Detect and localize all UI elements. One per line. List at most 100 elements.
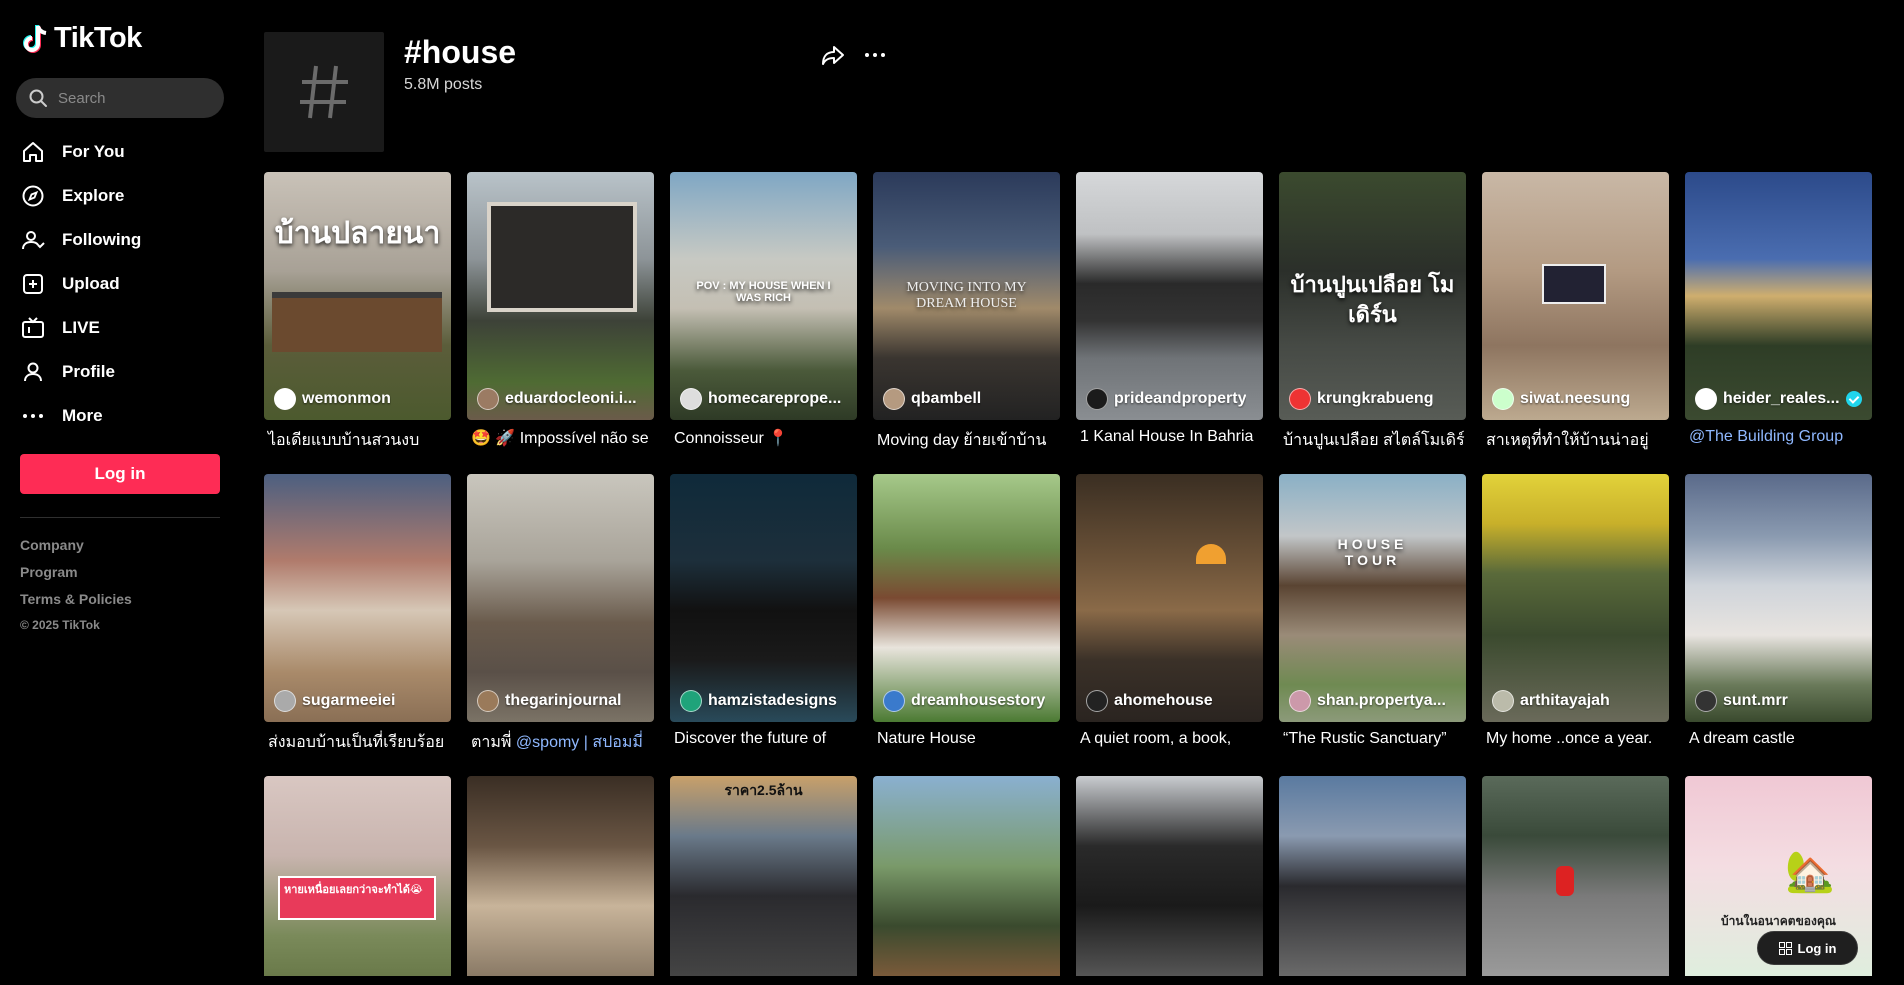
search-input[interactable]	[58, 89, 208, 107]
sidebar: TikTok For You Explore	[0, 0, 240, 985]
video-owner: hamzistadesigns	[680, 690, 852, 712]
search-box[interactable]	[16, 78, 224, 118]
nav-label: For You	[62, 142, 125, 161]
video-thumbnail: hamzistadesigns	[670, 474, 857, 722]
nav-label: Profile	[62, 362, 115, 381]
nav-profile[interactable]: Profile	[20, 350, 230, 394]
video-description: @The Building Group	[1685, 428, 1872, 450]
video-owner: homecareprope...	[680, 388, 852, 410]
video-owner: eduardocleoni.i...	[477, 388, 649, 410]
post-count: 5.8M posts	[404, 76, 483, 93]
video-card[interactable]: บ้านปูนเปลือย โมเดิร์น krungkrabueng บ้า…	[1279, 172, 1466, 474]
nav-upload[interactable]: Upload	[20, 262, 230, 306]
video-card[interactable]: บ้านปลายนา wemonmon ไอเดียแบบบ้านสวนงบ	[264, 172, 451, 474]
username: thegarinjournal	[505, 692, 622, 709]
nav-label: Following	[62, 230, 142, 249]
video-description: ไอเดียแบบบ้านสวนงบ	[268, 432, 420, 449]
video-card[interactable]: ahomehouse A quiet room, a book,	[1076, 474, 1263, 776]
video-card[interactable]	[1279, 776, 1466, 976]
video-thumbnail	[1482, 776, 1669, 976]
video-owner: prideandproperty	[1086, 388, 1258, 410]
avatar	[1492, 388, 1514, 410]
video-thumbnail: heider_reales...	[1685, 172, 1872, 420]
username: wemonmon	[302, 390, 391, 407]
video-card[interactable]: POV : MY HOUSE WHEN I WAS RICH homecarep…	[670, 172, 857, 474]
footer-link-program[interactable]: Program	[20, 562, 132, 589]
nav-for-you[interactable]: For You	[20, 130, 230, 174]
nav-following[interactable]: Following	[20, 218, 230, 262]
mention-link[interactable]: @spomy | สปอมมี่	[516, 734, 643, 751]
video-description: Connoisseur 📍	[674, 430, 789, 447]
footer-link-company[interactable]: Company	[20, 535, 132, 562]
hashtag-thumbnail	[264, 32, 384, 152]
video-card[interactable]: arthitayajah My home ..once a year.	[1482, 474, 1669, 776]
video-card[interactable]: hamzistadesigns Discover the future of	[670, 474, 857, 776]
video-description: สาเหตุที่ทำให้บ้านน่าอยู่	[1486, 432, 1649, 449]
video-card[interactable]	[467, 776, 654, 976]
video-card[interactable]: HOUSE TOUR shan.propertya... “The Rustic…	[1279, 474, 1466, 776]
video-owner: heider_reales...	[1695, 388, 1867, 410]
video-description: บ้านปูนเปลือย สไตล์โมเดิร์	[1283, 432, 1465, 449]
hashtag-header: #house 5.8M posts	[264, 32, 1864, 152]
login-button[interactable]: Log in	[20, 454, 220, 494]
tiktok-logo[interactable]: TikTok	[22, 22, 142, 55]
hashtag-title: #house	[404, 34, 517, 70]
username: eduardocleoni.i...	[505, 390, 637, 407]
video-description: ตามพี่ @spomy | สปอมมี่	[467, 730, 654, 752]
avatar	[1086, 690, 1108, 712]
video-card[interactable]: thegarinjournal ตามพี่ @spomy | สปอมมี่	[467, 474, 654, 776]
video-card[interactable]	[873, 776, 1060, 976]
video-owner: sunt.mrr	[1695, 690, 1867, 712]
description-text: ตามพี่	[471, 734, 516, 751]
video-thumbnail: prideandproperty	[1076, 172, 1263, 420]
video-card[interactable]: prideandproperty 1 Kanal House In Bahria	[1076, 172, 1263, 474]
video-thumbnail: POV : MY HOUSE WHEN I WAS RICH homecarep…	[670, 172, 857, 420]
nav-live[interactable]: LIVE	[20, 306, 230, 350]
video-card[interactable]: sugarmeeiei ส่งมอบบ้านเป็นที่เรียบร้อย	[264, 474, 451, 776]
video-thumbnail: sugarmeeiei	[264, 474, 451, 722]
video-thumbnail	[1279, 776, 1466, 976]
thumbnail-caption: บ้านปูนเปลือย โมเดิร์น	[1290, 272, 1455, 327]
nav-more[interactable]: More	[20, 394, 230, 438]
video-card[interactable]: MOVING INTO MY DREAM HOUSE qbambell Movi…	[873, 172, 1060, 474]
thumbnail-caption: MOVING INTO MY DREAM HOUSE	[906, 280, 1027, 311]
more-options-icon[interactable]	[862, 42, 888, 68]
video-description: 🤩 🚀 Impossível não se	[471, 430, 649, 447]
video-card[interactable]: heider_reales... @The Building Group	[1685, 172, 1872, 474]
username: heider_reales...	[1723, 390, 1840, 407]
nav-label: LIVE	[62, 318, 100, 337]
footer-link-terms[interactable]: Terms & Policies	[20, 589, 132, 616]
app-root: TikTok For You Explore	[0, 0, 1904, 985]
username: krungkrabueng	[1317, 390, 1434, 407]
video-description: “The Rustic Sanctuary”	[1283, 730, 1447, 747]
video-card[interactable]: sunt.mrr A dream castle	[1685, 474, 1872, 776]
username: shan.propertya...	[1317, 692, 1446, 709]
verified-badge-icon	[1845, 391, 1862, 407]
video-card[interactable]	[1482, 776, 1669, 976]
video-owner: wemonmon	[274, 388, 446, 410]
floating-login-button[interactable]: Log in	[1757, 931, 1858, 965]
nav-explore[interactable]: Explore	[20, 174, 230, 218]
avatar	[274, 690, 296, 712]
video-card[interactable]: dreamhousestory Nature House	[873, 474, 1060, 776]
house-shape	[487, 202, 637, 312]
username: hamzistadesigns	[708, 692, 837, 709]
video-card[interactable]: หายเหนื่อยเลยกว่าจะทำได้😭	[264, 776, 451, 976]
video-card[interactable]: eduardocleoni.i... 🤩 🚀 Impossível não se	[467, 172, 654, 474]
nav-label: Explore	[62, 186, 125, 205]
floating-login-label: Log in	[1797, 940, 1837, 956]
share-icon[interactable]	[820, 42, 846, 68]
home-icon	[20, 139, 46, 165]
live-icon	[20, 315, 46, 341]
video-thumbnail	[873, 776, 1060, 976]
username: siwat.neesung	[1520, 390, 1631, 407]
mention-link[interactable]: @The Building Group	[1689, 428, 1843, 445]
video-card[interactable]: ราคา2.5ล้าน	[670, 776, 857, 976]
video-owner: arthitayajah	[1492, 690, 1664, 712]
video-card[interactable]	[1076, 776, 1263, 976]
video-card[interactable]: siwat.neesung สาเหตุที่ทำให้บ้านน่าอยู่	[1482, 172, 1669, 474]
video-owner: sugarmeeiei	[274, 690, 446, 712]
avatar	[680, 690, 702, 712]
hashtag-icon	[300, 65, 348, 119]
video-thumbnail: MOVING INTO MY DREAM HOUSE qbambell	[873, 172, 1060, 420]
